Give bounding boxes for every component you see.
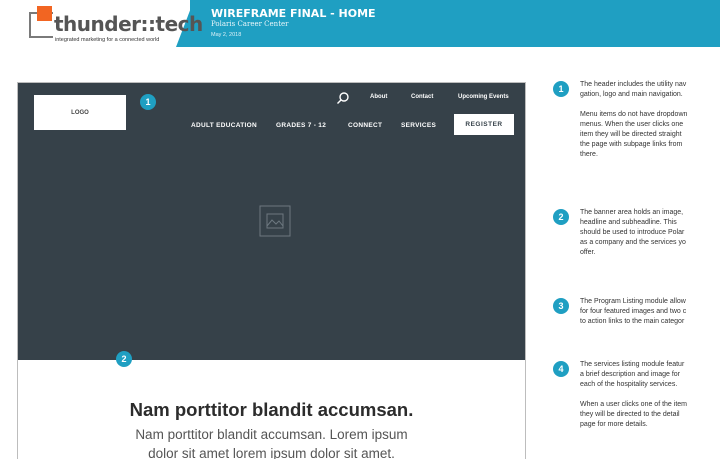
note-line: The header includes the utility nav [580,81,687,88]
note-line: as a company and the services yo [580,239,686,246]
note-line: offer. [580,249,596,256]
note-line: headline and subheadline. This [580,219,677,226]
hero-headline: Nam porttitor blandit accumsan. [129,399,414,420]
note-line: to action links to the main categor [580,318,685,325]
client-name: Polaris Career Center [211,20,289,28]
note-line: there. [580,151,598,158]
search-icon[interactable] [336,91,350,105]
note-badge-1: 1 [553,81,569,97]
annotation-badge-2: 2 [116,351,132,367]
agency-brand-name: thunder::tech [54,12,203,36]
subheadline-line: Nam porttitor blandit accumsan. Lorem ip… [135,427,408,442]
document-header: thunder::tech integrated marketing for a… [0,0,720,47]
note-line: item they will be directed straight [580,131,682,138]
note-line: gation, logo and main navigation. [580,91,683,98]
utility-nav-upcoming-events[interactable]: Upcoming Events [458,94,509,100]
note-line: menus. When the user clicks one [580,121,684,128]
note-line: the page with subpage links from [580,141,683,148]
note-line: each of the hospitality services. [580,381,678,388]
note-line: The services listing module featur [580,361,685,368]
note-line: should be used to introduce Polar [580,229,685,236]
wireframe-frame: LOGO 1 About Contact Upcoming Events ADU… [17,82,526,459]
subheadline-line: dolor sit amet lorem ipsum dolor sit ame… [148,446,395,459]
document-date: May 2, 2018 [211,32,242,38]
logo-square-icon [37,6,52,21]
note-line: When a user clicks one of the item [580,401,687,408]
note-badge-4: 4 [553,361,569,377]
note-line: The Program Listing module allow [580,298,686,305]
note-line: they will be directed to the detail [580,411,680,418]
site-logo-placeholder[interactable]: LOGO [34,95,126,130]
main-nav-services[interactable]: SERVICES [401,122,436,129]
main-nav-adult-education[interactable]: ADULT EDUCATION [191,122,257,129]
note-line: Menu items do not have dropdown [580,111,688,118]
note-line: for four featured images and two c [580,308,687,315]
hero-subheadline: Nam porttitor blandit accumsan. Lorem ip… [18,425,525,459]
note-badge-3: 3 [553,298,569,314]
note-badge-2: 2 [553,209,569,225]
utility-nav-about[interactable]: About [370,94,387,100]
hero-banner: LOGO 1 About Contact Upcoming Events ADU… [18,83,525,367]
note-line: page for more details. [580,421,648,428]
utility-nav-contact[interactable]: Contact [411,94,433,100]
note-line: The banner area holds an image, [580,209,684,216]
image-placeholder-icon [259,205,291,237]
main-nav-connect[interactable]: CONNECT [348,122,382,129]
main-nav-grades[interactable]: GRADES 7 - 12 [276,122,326,129]
register-button[interactable]: REGISTER [454,114,514,135]
annotation-badge-1: 1 [140,94,156,110]
document-title: WIREFRAME FINAL - HOME [211,7,376,20]
agency-tagline: integrated marketing for a connected wor… [55,37,160,43]
note-line: a brief description and image for [580,371,680,378]
